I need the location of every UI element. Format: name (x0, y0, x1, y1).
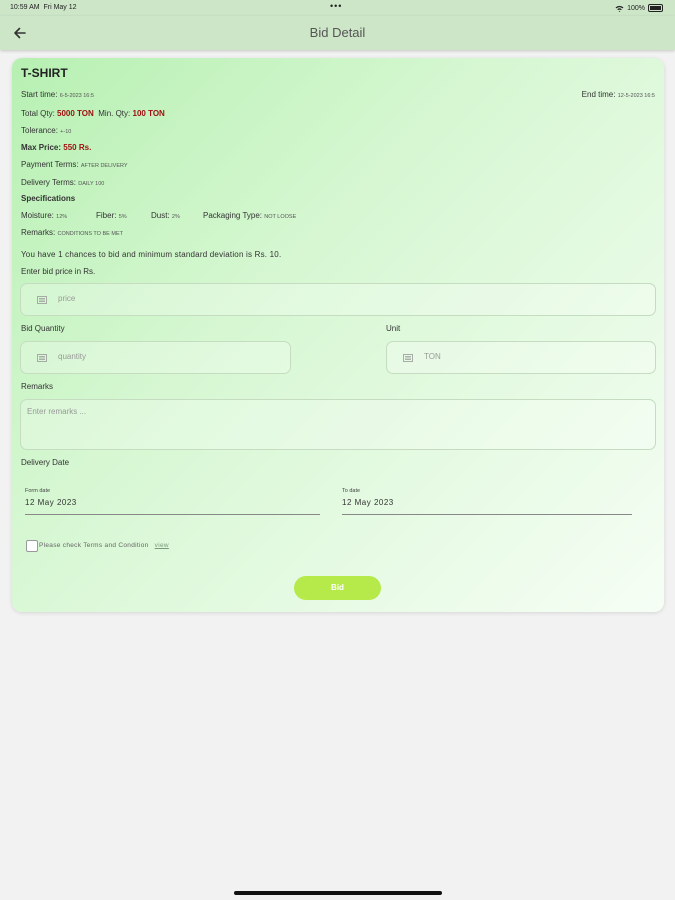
unit-field[interactable]: TON (386, 341, 656, 374)
payment-terms: Payment Terms: AFTER DELIVERY (21, 160, 128, 169)
tolerance-label: Tolerance: (21, 126, 58, 135)
end-time-label: End time: (581, 90, 616, 99)
keypad-icon (37, 296, 47, 304)
to-date-field[interactable]: To date 12 May 2023 (342, 488, 632, 515)
delivery-terms: Delivery Terms: DAILY 100 (21, 178, 104, 187)
start-time-label: Start time: (21, 90, 58, 99)
specifications-heading: Specifications (21, 194, 76, 203)
price-placeholder: price (58, 294, 76, 303)
keypad-icon (37, 354, 47, 362)
keypad-icon (403, 354, 413, 362)
price-input[interactable]: price (20, 283, 656, 316)
home-indicator[interactable] (234, 891, 442, 895)
quantity-placeholder: quantity (58, 352, 87, 361)
remarks-info: Remarks: CONDITIONS TO BE MET (21, 228, 123, 237)
delivery-terms-label: Delivery Terms: (21, 178, 76, 187)
wifi-icon (615, 5, 624, 12)
from-date-label: Form date (25, 488, 51, 494)
spec-label: Dust: (151, 211, 170, 220)
quantity-info: Total Qty: 5000 TON Min. Qty: 100 TON (21, 109, 165, 118)
start-time-value: 6-5-2023 16:5 (59, 93, 94, 99)
spec-value: 2% (171, 214, 180, 220)
remarks-label: Remarks (21, 382, 54, 391)
to-date-label: To date (342, 488, 361, 494)
total-qty-value: 5000 TON (57, 109, 94, 118)
spec-packaging: Packaging Type: NOT LOOSE (203, 211, 296, 220)
terms-view-link[interactable]: view (155, 542, 169, 549)
remarks-info-label: Remarks: (21, 228, 56, 237)
bid-button[interactable]: Bid (294, 576, 381, 600)
delivery-terms-value: DAILY 100 (78, 181, 105, 187)
end-time: End time: 12-5-2023 16:5 (582, 90, 655, 99)
bid-chances-info: You have 1 chances to bid and minimum st… (21, 250, 282, 259)
payment-terms-value: AFTER DELIVERY (80, 163, 128, 169)
to-date-value: 12 May 2023 (342, 498, 394, 507)
quantity-input[interactable]: quantity (20, 341, 291, 374)
page-title: Bid Detail (309, 25, 366, 40)
terms-row: Please check Terms and Condition view (39, 542, 169, 549)
terms-checkbox[interactable] (26, 540, 38, 552)
remarks-info-value: CONDITIONS TO BE MET (57, 231, 123, 237)
total-qty-label: Total Qty: (21, 109, 55, 118)
start-time: Start time: 6-5-2023 16:5 (21, 90, 94, 99)
spec-label: Fiber: (96, 211, 117, 220)
product-name: T-SHIRT (21, 66, 68, 80)
min-qty-value: 100 TON (132, 109, 165, 118)
spec-label: Moisture: (21, 211, 54, 220)
remarks-placeholder: Enter remarks ... (27, 407, 87, 416)
unit-value: TON (424, 352, 441, 361)
max-price-value: 550 Rs. (63, 143, 92, 152)
status-right: 100% (615, 4, 663, 12)
payment-terms-label: Payment Terms: (21, 160, 79, 169)
nav-bar: Bid Detail (0, 16, 675, 50)
status-bar: 10:59 AM Fri May 12 ••• 100% (0, 0, 675, 16)
spec-fiber: Fiber: 5% (96, 211, 127, 220)
bid-detail-card: T-SHIRT Start time: 6-5-2023 16:5 End ti… (12, 58, 664, 612)
status-date: Fri May 12 (43, 4, 77, 11)
max-price: Max Price: 550 Rs. (21, 143, 91, 152)
delivery-date-label: Delivery Date (21, 458, 70, 467)
end-time-value: 12-5-2023 16:5 (617, 93, 655, 99)
remarks-textarea[interactable]: Enter remarks ... (20, 399, 656, 450)
status-time: 10:59 AM Fri May 12 (10, 4, 77, 11)
bid-quantity-label: Bid Quantity (21, 324, 65, 333)
spec-label: Packaging Type: (203, 211, 263, 220)
spec-value: 12% (56, 214, 68, 220)
spec-moisture: Moisture: 12% (21, 211, 67, 220)
multitask-dots-icon[interactable]: ••• (330, 1, 342, 11)
max-price-label: Max Price: (21, 143, 62, 152)
status-clock: 10:59 AM (10, 4, 40, 11)
tolerance-value: +-10 (60, 129, 72, 135)
from-date-value: 12 May 2023 (25, 498, 77, 507)
from-date-field[interactable]: Form date 12 May 2023 (25, 488, 320, 515)
spec-value: 5% (118, 214, 127, 220)
battery-icon (648, 4, 663, 12)
spec-dust: Dust: 2% (151, 211, 180, 220)
battery-percent: 100% (627, 4, 645, 12)
spec-value: NOT LOOSE (264, 214, 297, 220)
min-qty-label: Min. Qty: (98, 109, 131, 118)
price-label: Enter bid price in Rs. (21, 267, 96, 276)
tolerance: Tolerance: +-10 (21, 126, 71, 135)
unit-label: Unit (386, 324, 401, 333)
terms-text: Please check Terms and Condition (39, 542, 149, 549)
